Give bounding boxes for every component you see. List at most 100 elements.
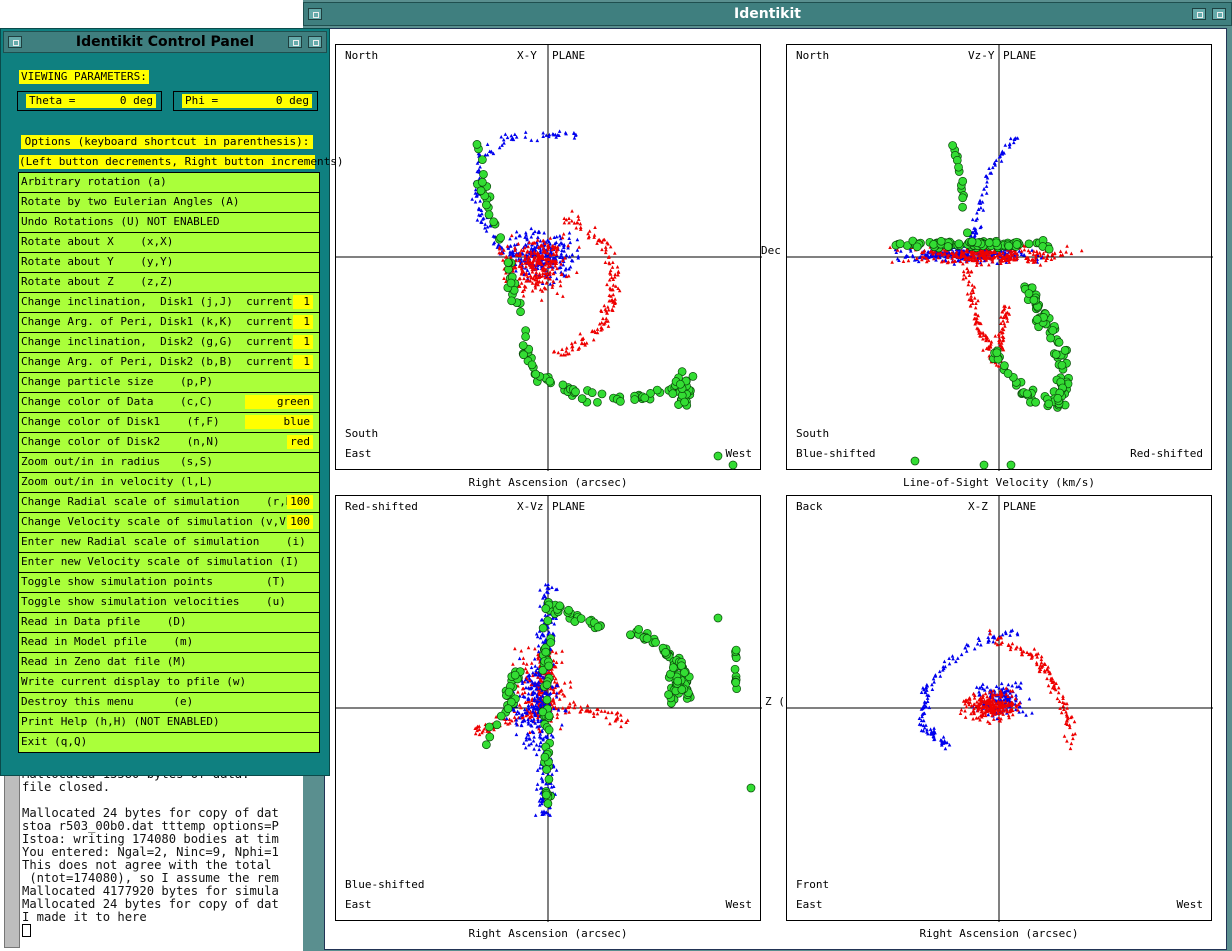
menu-item[interactable]: Change Radial scale of simulation (r,R) 1… [18, 493, 320, 513]
menu-item[interactable]: Rotate by two Eulerian Angles (A) [18, 193, 320, 213]
disk1-particle [517, 656, 522, 661]
terminal-scrollbar[interactable] [4, 760, 20, 948]
menu-item[interactable]: Read in Zeno dat file (M) [18, 653, 320, 673]
menu-item[interactable]: Change inclination, Disk2 (g,G) currentl… [18, 333, 320, 353]
control-panel-title: Identikit Control Panel [75, 34, 255, 50]
disk2-particle [890, 260, 894, 264]
xy-caption: Right Ascension (arcsec) [468, 476, 628, 489]
menu-item[interactable]: Read in Data pfile (D) [18, 613, 320, 633]
minimize-button[interactable] [1192, 8, 1206, 20]
disk1-particle [1027, 696, 1032, 701]
disk2-particle [967, 273, 972, 278]
disk1-particle [560, 722, 564, 727]
data-point [481, 740, 491, 750]
disk2-particle [560, 649, 564, 653]
data-point [1004, 241, 1014, 251]
disk2-particle [595, 711, 600, 716]
menu-item[interactable]: Change inclination, Disk1 (j,J) currentl… [18, 293, 320, 313]
disk2-particle [568, 701, 572, 706]
menu-item[interactable]: Change Arg. of Peri, Disk1 (k,K) current… [18, 313, 320, 333]
terminal-cursor[interactable] [22, 924, 31, 937]
disk2-particle [599, 709, 604, 713]
control-minimize-button[interactable] [288, 36, 302, 48]
control-panel-titlebar[interactable]: Identikit Control Panel [3, 31, 327, 53]
disk2-particle [972, 296, 977, 300]
disk1-particle [928, 727, 933, 731]
menu-item[interactable]: Write current display to pfile (w) [18, 673, 320, 693]
disk2-particle [987, 262, 991, 267]
menu-item[interactable]: Zoom out/in in radius (s,S) [18, 453, 320, 473]
menu-item[interactable]: Read in Model pfile (m) [18, 633, 320, 653]
menu-item[interactable]: Toggle show simulation points (T) [18, 573, 320, 593]
menu-item[interactable]: Exit (q,Q) [18, 733, 320, 753]
data-point [1012, 240, 1022, 249]
disk2-particle [615, 715, 620, 719]
menu-item[interactable]: Destroy this menu (e) [18, 693, 320, 713]
menu-item[interactable]: Rotate about Y (y,Y) [18, 253, 320, 273]
data-point [680, 668, 689, 677]
disk1-particle [470, 197, 474, 201]
data-point [954, 239, 964, 249]
disk1-particle [546, 582, 550, 587]
disk2-particle [516, 690, 520, 694]
disk1-particle [995, 261, 999, 265]
data-point [1060, 346, 1070, 355]
disk1-particle [514, 269, 518, 273]
disk2-particle [555, 715, 560, 720]
window-menu-button[interactable] [308, 8, 322, 20]
menu-item[interactable]: Print Help (h,H) (NOT ENABLED) [18, 713, 320, 733]
vzy-redshifted-label: Red-shifted [1130, 447, 1203, 460]
disk2-particle [573, 340, 577, 344]
disk2-particle [560, 235, 565, 240]
control-window-menu-button[interactable] [8, 36, 22, 48]
menu-item-label: Toggle show simulation velocities (u) [21, 595, 286, 608]
disk2-particle [592, 714, 596, 718]
disk2-particle [567, 220, 571, 225]
menu-item[interactable]: Rotate about Z (z,Z) [18, 273, 320, 293]
phi-box[interactable]: Phi = 0 deg [173, 91, 318, 111]
disk2-particle [606, 305, 610, 309]
data-point [485, 732, 495, 742]
disk2-particle [1045, 676, 1049, 681]
menu-item[interactable]: Change Arg. of Peri, Disk2 (b,B) current… [18, 353, 320, 373]
menu-item[interactable]: Change color of Disk2 (n,N) red [18, 433, 320, 453]
disk1-particle [536, 235, 540, 239]
disk1-particle [542, 809, 546, 813]
theta-box[interactable]: Theta = 0 deg [17, 91, 162, 111]
disk1-particle [970, 217, 975, 222]
menu-item[interactable]: Toggle show simulation velocities (u) [18, 593, 320, 613]
menu-item[interactable]: Arbitrary rotation (a) [18, 172, 320, 193]
disk1-particle [568, 240, 573, 245]
data-point [1053, 393, 1063, 403]
disk2-particle [525, 249, 530, 253]
disk1-particle [991, 639, 996, 644]
disk2-particle [615, 265, 620, 269]
maximize-button[interactable] [1212, 8, 1226, 20]
disk1-particle [526, 691, 531, 696]
disk1-particle [942, 659, 947, 664]
menu-item[interactable]: Undo Rotations (U) NOT ENABLED [18, 213, 320, 233]
disk2-particle [967, 279, 971, 284]
disk1-particle [523, 745, 528, 750]
disk2-particle [608, 268, 613, 273]
identikit-titlebar[interactable]: Identikit [303, 2, 1232, 26]
control-maximize-button[interactable] [308, 36, 322, 48]
menu-item[interactable]: Change particle size (p,P) [18, 373, 320, 393]
z-label: Z ( [765, 695, 785, 708]
disk2-particle [985, 694, 989, 699]
xy-south-label: South [345, 427, 379, 440]
disk1-particle [563, 130, 568, 135]
disk2-particle [906, 258, 911, 263]
data-point [479, 169, 488, 179]
disk1-particle [514, 235, 518, 240]
menu-item[interactable]: Zoom out/in in velocity (l,L) [18, 473, 320, 493]
menu-item[interactable]: Change Velocity scale of simulation (v,V… [18, 513, 320, 533]
menu-item[interactable]: Rotate about X (x,X) [18, 233, 320, 253]
disk2-particle [901, 259, 906, 264]
menu-item[interactable]: Enter new Velocity scale of simulation (… [18, 553, 320, 573]
menu-item[interactable]: Enter new Radial scale of simulation (i) [18, 533, 320, 553]
menu-item-label: Change Arg. of Peri, Disk1 (k,K) current… [21, 315, 313, 328]
menu-item[interactable]: Change color of Disk1 (f,F) blue [18, 413, 320, 433]
data-point [544, 725, 554, 735]
menu-item[interactable]: Change color of Data (c,C) green [18, 393, 320, 413]
